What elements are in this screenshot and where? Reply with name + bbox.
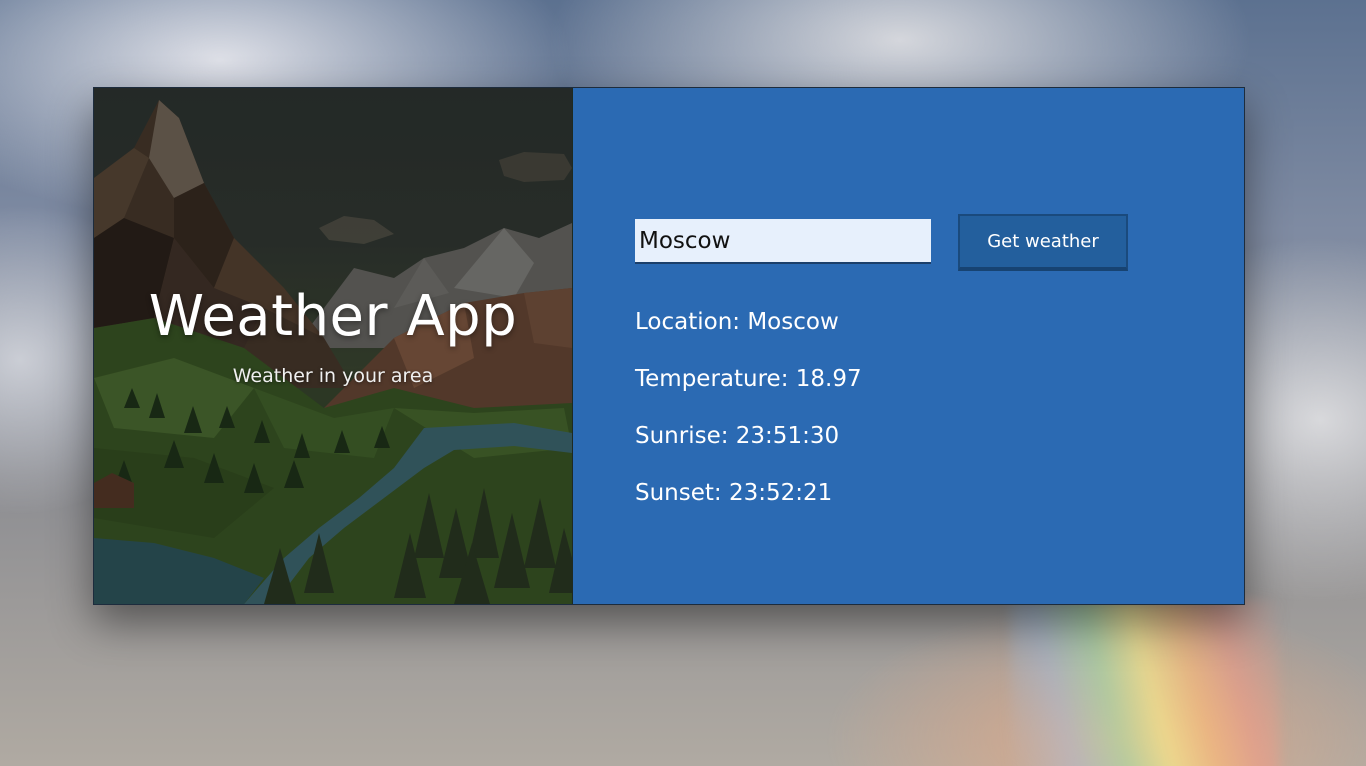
- hero-image-panel: Weather App Weather in your area: [94, 88, 573, 604]
- app-subtitle: Weather in your area: [232, 365, 434, 387]
- app-title: Weather App: [148, 284, 518, 349]
- city-input[interactable]: [635, 219, 931, 264]
- background-rainbow: [1010, 600, 1280, 766]
- sunset-text: Sunset: 23:52:21: [635, 480, 833, 506]
- weather-card: Weather App Weather in your area Get wea…: [93, 87, 1245, 605]
- temperature-text: Temperature: 18.97: [635, 366, 862, 392]
- weather-panel: Get weather Location: Moscow Temperature…: [573, 88, 1244, 604]
- location-text: Location: Moscow: [635, 309, 839, 335]
- get-weather-button[interactable]: Get weather: [958, 214, 1128, 271]
- sunrise-text: Sunrise: 23:51:30: [635, 423, 840, 449]
